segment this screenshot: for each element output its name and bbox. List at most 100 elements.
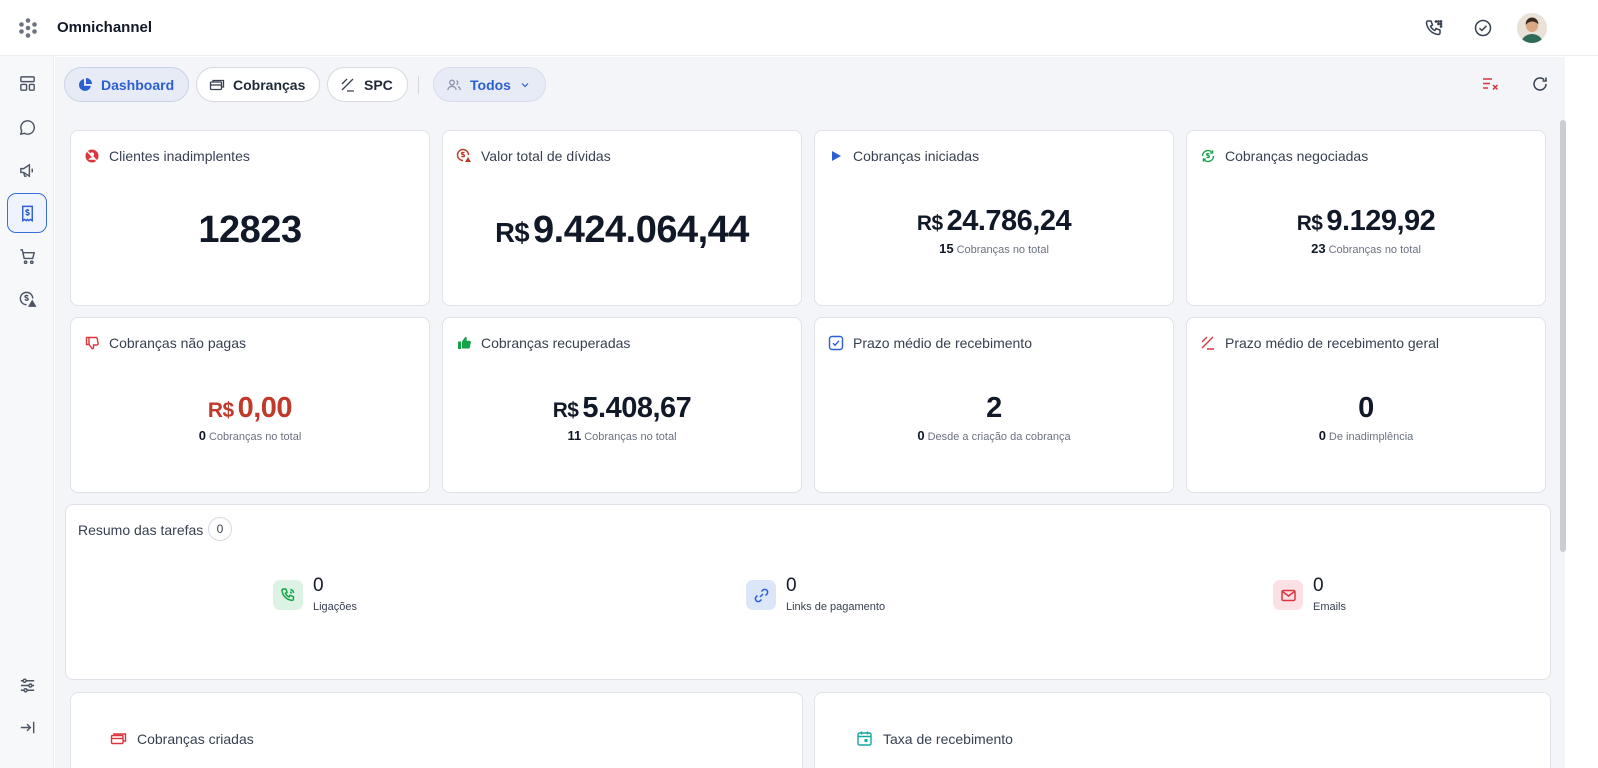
tab-spc-label: SPC [364,76,393,93]
clear-filter-icon[interactable] [1480,74,1500,94]
card-title: Cobranças iniciadas [853,148,980,164]
tab-spc[interactable]: SPC [327,67,408,102]
card-subline: 23 Cobranças no total [1311,241,1421,256]
phone-dialpad-icon[interactable] [1424,18,1444,38]
card-value: 0 [1358,392,1374,424]
sidebar-item-chat[interactable] [7,107,47,147]
card-title: Cobranças negociadas [1225,148,1369,164]
money-icon [209,79,225,90]
card-cobrancas-nao-pagas: Cobranças não pagas R$ 0,00 0 Cobranças no… [70,317,430,493]
card-taxa-recebimento: Taxa de recebimento [814,692,1551,768]
card-valor-total-dividas: Valor total de dívidas R$ 9.424.064,44 [442,130,802,306]
card-cobrancas-negociadas: Cobranças negociadas R$ 9.129,92 23 Cobran… [1186,130,1546,306]
card-value: R$ 24.786,24 [916,205,1072,237]
task-value: 0 [313,575,324,596]
tasks-title: Resumo das tarefas [78,522,204,538]
card-title: Cobranças não pagas [109,335,246,351]
top-bar: Omnichannel [0,0,1598,56]
card-value: 2 [986,392,1002,424]
mail-icon [1280,589,1296,601]
chevron-down-icon [521,82,529,87]
user-block-icon [85,149,99,163]
card-subline: 11 Cobranças no total [567,428,677,443]
thumbs-up-icon [458,336,471,349]
toolbar-divider [418,76,419,94]
task-label: Emails [1313,601,1347,613]
money-icon [110,733,127,745]
app-logo-icon[interactable] [17,17,39,39]
spc-icon [341,78,354,92]
card-cobrancas-criadas: Cobranças criadas [70,692,803,768]
tab-dashboard-label: Dashboard [101,76,175,93]
card-value: R$ 9.424.064,44 [495,209,749,251]
sidebar-item-settings[interactable] [7,665,47,705]
user-avatar[interactable] [1517,13,1547,43]
link-icon [754,588,768,602]
sidebar-item-collapse[interactable] [7,707,47,747]
card-title: Taxa de recebimento [883,730,1013,747]
money-alert-icon [456,148,471,162]
card-prazo-medio-geral: Prazo médio de recebimento geral 0 0 De i… [1186,317,1546,493]
sidebar-item-campaigns[interactable] [7,150,47,190]
card-clientes-inadimplentes: Clientes inadimplentes 12823 [70,130,430,306]
left-sidebar [0,56,54,768]
card-cobrancas-recuperadas: Cobranças recuperadas R$ 5.408,67 11 Cobra… [442,317,802,493]
money-refresh-icon [1201,149,1215,163]
card-title: Cobranças recuperadas [481,335,631,351]
calendar-icon [857,731,872,746]
refresh-icon[interactable] [1530,74,1550,94]
main-content: Dashboard Cobranças SPC Todos Clientes i… [55,57,1565,768]
card-prazo-medio: Prazo médio de recebimento 2 0 Desde a cr… [814,317,1174,493]
sidebar-item-shop[interactable] [7,236,47,276]
team-filter-label: Todos [470,76,511,93]
sidebar-item-layout[interactable] [7,63,47,103]
card-value: R$ 0,00 [207,392,293,424]
task-label: Links de pagamento [786,601,886,613]
task-label: Ligações [313,601,358,613]
pie-chart-icon [78,77,92,91]
card-title: Valor total de dívidas [481,148,611,164]
play-icon [832,151,841,161]
expand-sidebar-icon [20,721,34,733]
task-icon-wrapper [273,580,303,610]
tab-cobrancas[interactable]: Cobranças [196,67,321,102]
card-subline: 15 Cobranças no total [939,241,1049,256]
card-title: Clientes inadimplentes [109,148,250,164]
team-filter-dropdown[interactable]: Todos [433,67,546,102]
checkbox-icon [828,335,844,351]
card-value: R$ 9.129,92 [1296,205,1436,237]
task-value: 0 [786,575,797,596]
layout-icon [19,75,35,91]
task-value: 0 [1313,575,1324,596]
card-title: Prazo médio de recebimento geral [1225,335,1440,351]
card-subline: 0 Cobranças no total [198,428,302,443]
users-icon [447,79,461,90]
phone-icon [280,587,294,601]
sidebar-item-billing[interactable] [7,193,47,233]
card-subline: 0 De inadimplência [1318,428,1414,443]
task-icon-wrapper [1273,580,1303,610]
card-subline: 0 Desde a criação da cobrança [917,428,1071,443]
cart-icon [19,248,35,264]
content-scrollbar[interactable] [1560,120,1566,552]
receipt-dollar-icon [21,205,33,222]
tasks-summary-panel: Resumo das tarefas 0 0 Ligações 0 Links … [65,504,1551,680]
thumbs-down-icon [85,336,99,350]
card-value: 12823 [198,209,302,251]
tab-cobrancas-label: Cobranças [233,76,306,93]
megaphone-icon [19,162,33,178]
sliders-icon [20,678,34,692]
card-value: R$ 5.408,67 [552,392,692,424]
card-title: Prazo médio de recebimento [853,335,1032,351]
tab-dashboard[interactable]: Dashboard [64,67,190,102]
card-cobrancas-iniciadas: Cobranças iniciadas R$ 24.786,24 15 Cobran… [814,130,1174,306]
check-circle-icon[interactable] [1473,18,1493,38]
card-title: Cobranças criadas [137,730,254,747]
money-alert-icon [19,291,37,307]
spc-icon [1201,336,1214,350]
tasks-count-badge: 0 [208,517,232,541]
task-icon-wrapper [746,580,776,610]
chat-bubble-icon [19,119,35,135]
app-title: Omnichannel [57,19,153,36]
sidebar-item-debt[interactable] [7,279,47,319]
